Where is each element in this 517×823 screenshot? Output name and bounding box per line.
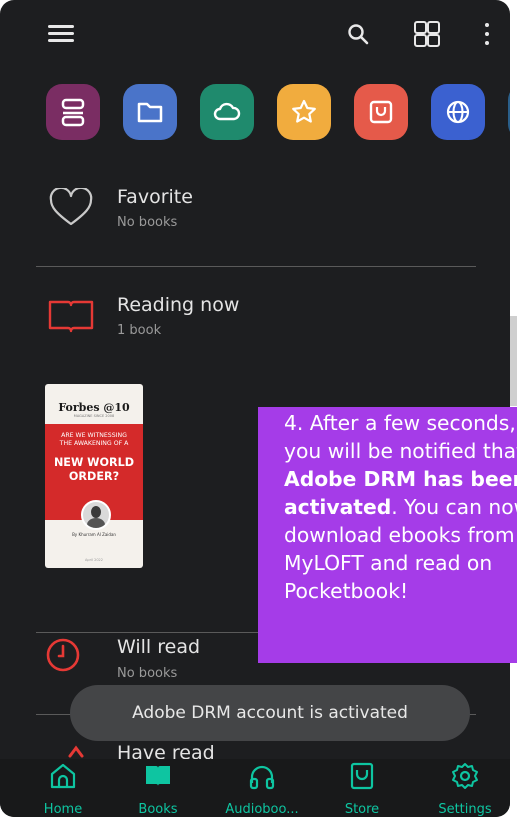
- category-library[interactable]: [46, 84, 100, 140]
- favorite-count: No books: [117, 215, 178, 230]
- cover-line-1: ARE WE WITNESSING: [61, 432, 127, 439]
- callout-bold-2: activated: [284, 495, 392, 519]
- callout-line-4: download ebooks from: [284, 523, 515, 547]
- category-store[interactable]: [354, 84, 408, 140]
- nav-books[interactable]: Books: [113, 759, 203, 817]
- callout-line-1: 4. After a few seconds,: [284, 411, 516, 435]
- callout-bold-1: Adobe DRM has been: [284, 467, 517, 491]
- author-portrait: [81, 500, 111, 530]
- will-read-count: No books: [117, 666, 178, 681]
- check-icon: [68, 745, 84, 758]
- star-icon: [292, 99, 316, 123]
- clock-icon: [46, 638, 80, 672]
- will-read-title: Will read: [117, 636, 201, 658]
- open-book-icon: [48, 300, 94, 333]
- category-more[interactable]: [508, 84, 510, 140]
- cover-footer: April 2022: [84, 558, 104, 562]
- folder-icon: [137, 102, 163, 123]
- category-web[interactable]: [431, 84, 485, 140]
- cover-author: By Khurram Al Zaidan: [72, 532, 116, 537]
- hamburger-menu-icon[interactable]: [48, 25, 74, 43]
- category-favorites[interactable]: [277, 84, 331, 140]
- divider: [36, 266, 476, 267]
- grid-view-icon[interactable]: [414, 21, 440, 47]
- nav-settings-label: Settings: [438, 802, 492, 817]
- callout-line-5: MyLOFT and read on: [284, 551, 493, 575]
- store-bag-icon: [369, 100, 393, 124]
- magazine-brand: Forbes @10: [58, 401, 130, 414]
- cloud-icon: [213, 102, 241, 121]
- nav-audiobooks-label: Audioboo...: [225, 802, 299, 817]
- toast-message: Adobe DRM account is activated: [132, 703, 408, 723]
- callout-line-6: Pocketbook!: [284, 579, 409, 603]
- nav-settings[interactable]: Settings: [420, 759, 510, 817]
- cover-headline-2: ORDER?: [68, 470, 120, 483]
- reading-now-count: 1 book: [117, 323, 162, 338]
- library-shelves-icon: [61, 98, 85, 127]
- favorite-title: Favorite: [117, 186, 193, 208]
- nav-store-label: Store: [344, 802, 380, 817]
- nav-home-label: Home: [43, 802, 83, 817]
- nav-audiobooks[interactable]: Audioboo...: [217, 759, 307, 817]
- nav-home[interactable]: Home: [18, 759, 108, 817]
- reading-now-title: Reading now: [117, 294, 240, 316]
- cover-line-2: THE AWAKENING OF A: [59, 440, 129, 447]
- callout-line-3: . You can now: [391, 495, 517, 519]
- book-cover[interactable]: Forbes @10 MAGAZINE SINCE 2008 ARE WE WI…: [45, 384, 143, 568]
- store-bag-icon: [350, 762, 374, 790]
- category-folders[interactable]: [123, 84, 177, 140]
- search-icon[interactable]: [346, 22, 370, 46]
- scrollbar[interactable]: [510, 316, 517, 406]
- headphones-icon: [249, 765, 275, 790]
- callout-line-2: you will be notified that: [284, 439, 517, 463]
- category-cloud[interactable]: [200, 84, 254, 140]
- globe-icon: [446, 100, 470, 124]
- gear-icon: [452, 763, 478, 789]
- tutorial-callout: 4. After a few seconds, you will be noti…: [258, 407, 517, 663]
- nav-store[interactable]: Store: [317, 759, 407, 817]
- nav-books-label: Books: [138, 802, 178, 817]
- toast-notification: Adobe DRM account is activated: [70, 685, 470, 741]
- top-app-bar: [0, 0, 510, 66]
- cover-headline-1: NEW WORLD: [53, 456, 135, 469]
- heart-icon: [49, 188, 93, 226]
- open-book-icon: [146, 766, 170, 786]
- more-vertical-icon[interactable]: [483, 22, 491, 46]
- magazine-tagline: MAGAZINE SINCE 2008: [73, 414, 115, 418]
- home-icon: [50, 763, 76, 789]
- bottom-navigation: Home Books Audioboo... Store Settings: [0, 759, 510, 817]
